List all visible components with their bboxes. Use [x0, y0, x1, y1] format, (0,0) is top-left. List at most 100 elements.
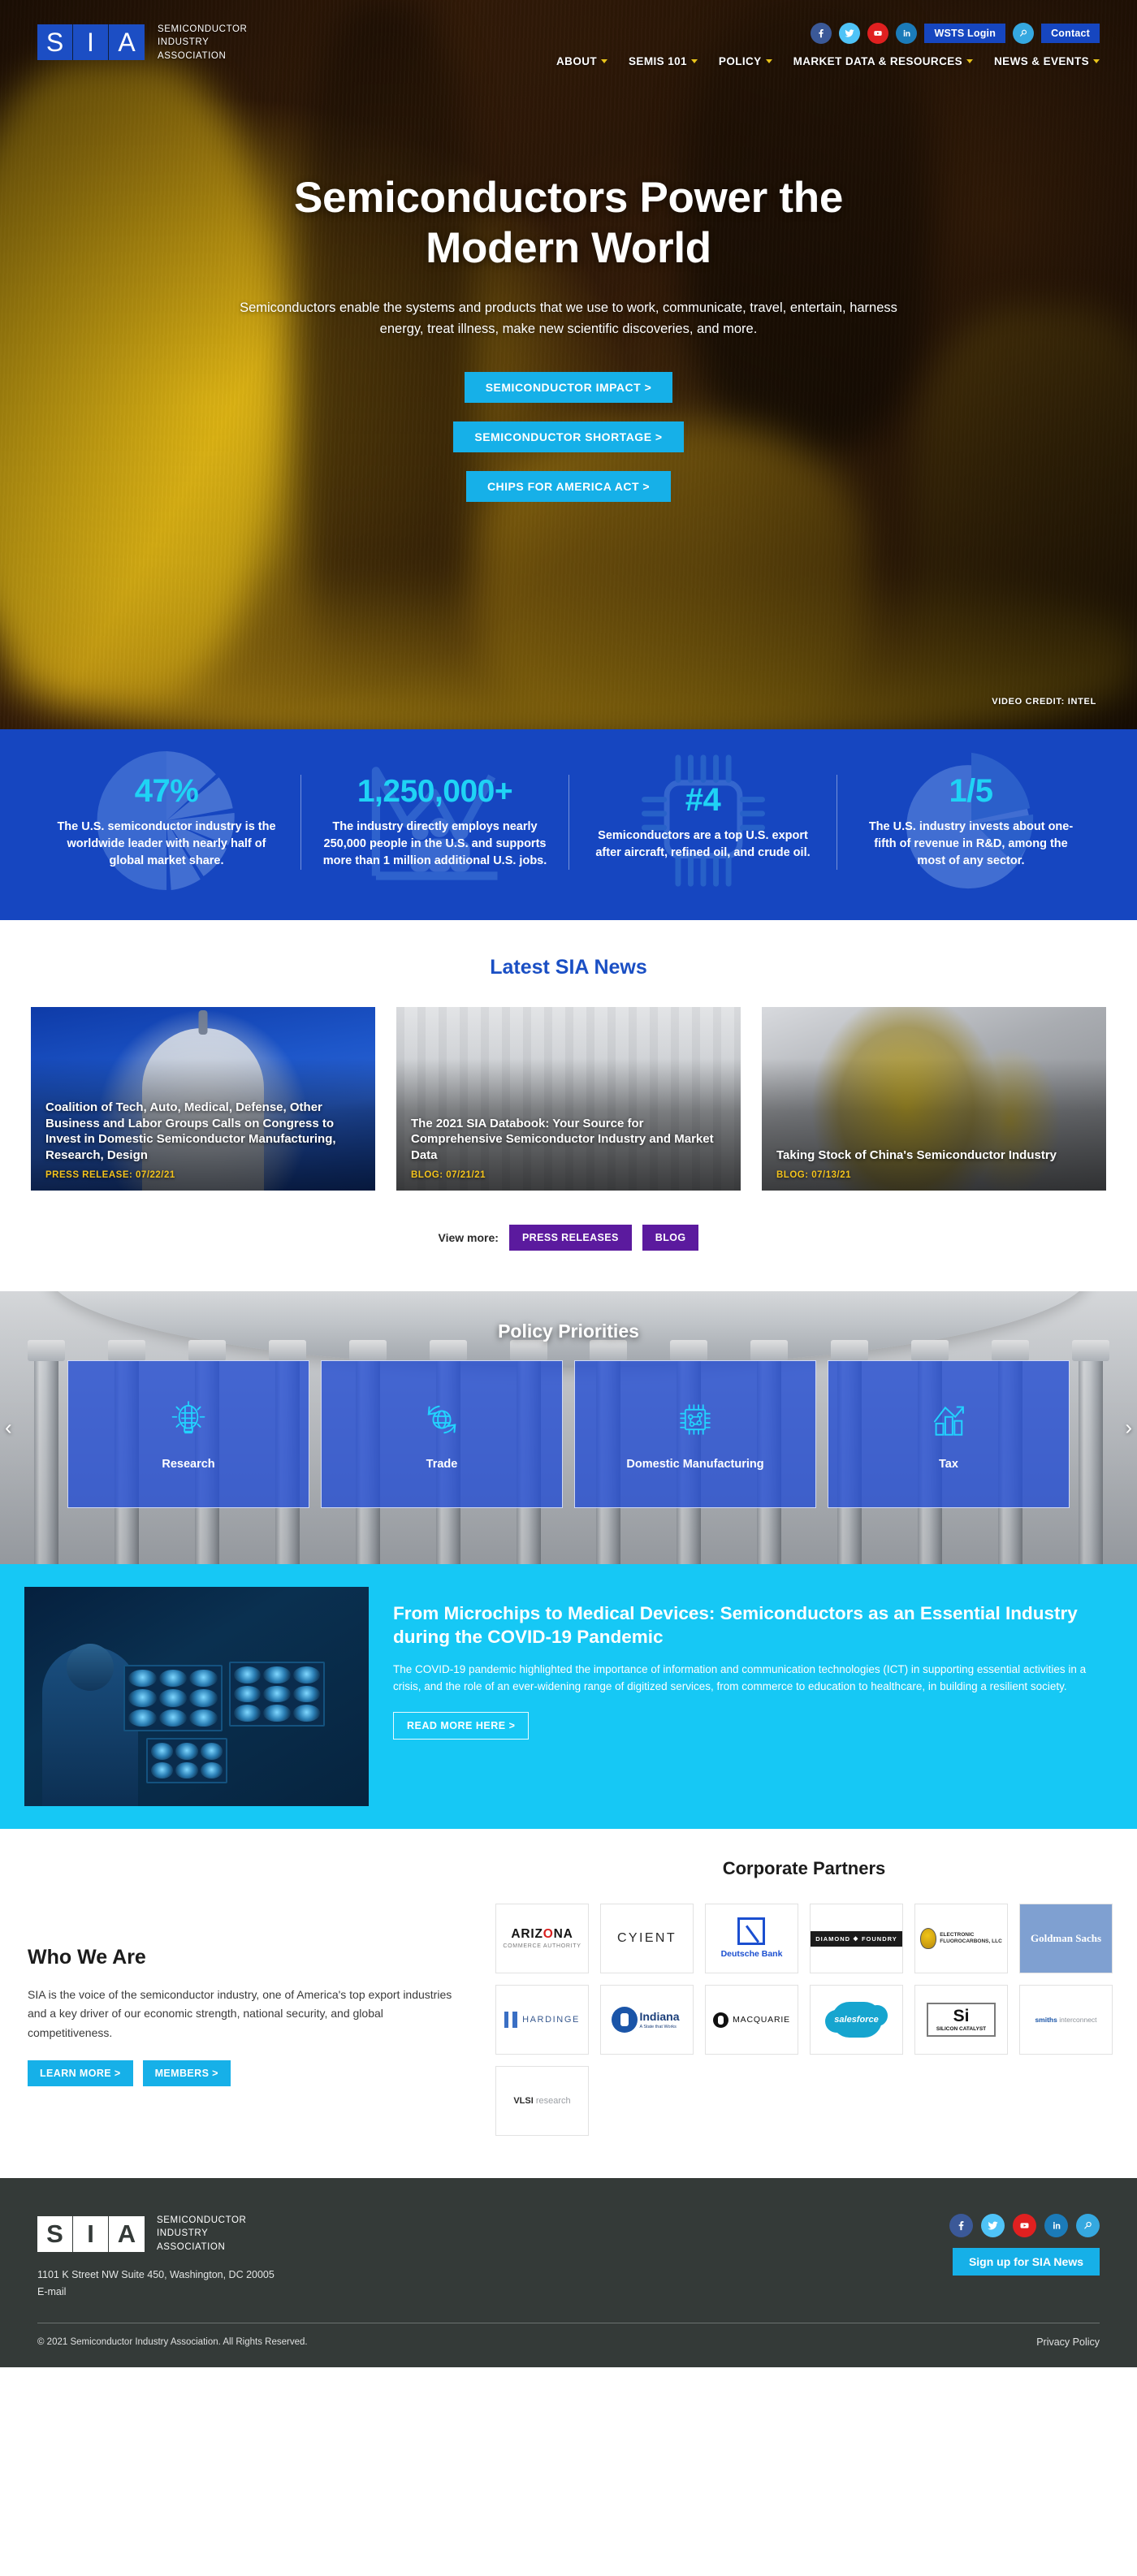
search-icon[interactable]: [1076, 2214, 1100, 2238]
partner-logo-electronic-fluorocarbons[interactable]: ELECTRONIC FLUOROCARBONS, LLC: [914, 1904, 1008, 1974]
brand-line-1: SEMICONDUCTOR: [157, 2215, 247, 2226]
policy-tile-tax[interactable]: Tax: [828, 1360, 1070, 1509]
partner-logo-smiths-interconnect[interactable]: smiths interconnect: [1019, 1985, 1113, 2055]
nav-item-news-events[interactable]: NEWS & EVENTS: [994, 55, 1100, 67]
news-card-meta: BLOG: 07/21/21: [411, 1170, 486, 1181]
nav-label: ABOUT: [556, 55, 598, 67]
semiconductor-impact-button[interactable]: SEMICONDUCTOR IMPACT >: [464, 372, 673, 404]
chevron-down-icon: [1093, 59, 1100, 63]
blog-button[interactable]: BLOG: [642, 1225, 699, 1251]
policy-priorities-heading: Policy Priorities: [498, 1320, 639, 1342]
partner-name: DIAMOND ❖ FOUNDRY: [811, 1930, 902, 1947]
chips-for-america-act-button[interactable]: CHIPS FOR AMERICA ACT >: [465, 471, 672, 503]
stat-text: Semiconductors are a top U.S. export aft…: [595, 828, 811, 859]
latest-news-heading: Latest SIA News: [490, 956, 647, 979]
partner-name: Deutsche Bank: [720, 1949, 783, 1960]
members-button[interactable]: MEMBERS >: [142, 2060, 231, 2086]
macquarie-mark-icon: [713, 2012, 729, 2028]
partner-name: Goldman Sachs: [1030, 1931, 1102, 1944]
footer-contact: 1101 K Street NW Suite 450, Washington, …: [37, 2267, 275, 2302]
wsts-login-button[interactable]: WSTS Login: [924, 24, 1006, 43]
partner-logo-vlsi-research[interactable]: VLSI research: [495, 2066, 589, 2137]
privacy-policy-link[interactable]: Privacy Policy: [1036, 2336, 1100, 2348]
sign-up-for-sia-news-button[interactable]: Sign up for SIA News: [952, 2248, 1100, 2276]
partner-sub: interconnect: [1059, 2016, 1097, 2025]
footer-email-link[interactable]: E-mail: [37, 2284, 275, 2301]
stat-export-rank: #4 Semiconductors are a top U.S. export …: [568, 754, 837, 887]
policy-tile-label: Domestic Manufacturing: [626, 1457, 764, 1471]
corporate-partners-heading: Corporate Partners: [722, 1858, 886, 1879]
brand-line-3: ASSOCIATION: [158, 50, 227, 61]
partner-logo-indiana[interactable]: Indiana A State that Works: [600, 1985, 694, 2055]
chevron-down-icon: [690, 59, 698, 63]
partner-grid-spacer: [705, 2066, 798, 2137]
partner-logo-salesforce[interactable]: salesforce: [810, 1985, 903, 2055]
stat-jobs: 1,250,000+ The industry directly employs…: [300, 766, 568, 880]
sia-logo-icon: S I A: [37, 24, 145, 61]
news-card[interactable]: Coalition of Tech, Auto, Medical, Defens…: [31, 1007, 375, 1191]
footer-social-links: [949, 2214, 1100, 2238]
hero-cta-group: SEMICONDUCTOR IMPACT > SEMICONDUCTOR SHO…: [0, 372, 1137, 503]
policy-priorities-section: Policy Priorities ‹ › Research Trade Dom…: [0, 1291, 1137, 1565]
bulb-icon: [920, 1928, 937, 1950]
partner-grid-spacer: [810, 2066, 903, 2137]
stat-text: The industry directly employs nearly 250…: [322, 819, 547, 867]
youtube-icon[interactable]: [1013, 2214, 1036, 2238]
brand-line-1: SEMICONDUCTOR: [158, 24, 248, 34]
corporate-partners-block: Corporate Partners ARIZONA COMMERCE AUTH…: [495, 1858, 1113, 2137]
deutsche-bank-mark-icon: [737, 1917, 766, 1946]
hero-subtitle: Semiconductors enable the systems and pr…: [240, 300, 897, 336]
footer-logo-link[interactable]: S I A SEMICONDUCTOR INDUSTRY ASSOCIATION: [37, 2214, 275, 2254]
carousel-prev-icon[interactable]: ‹: [5, 1416, 12, 1441]
policy-tile-label: Trade: [426, 1457, 458, 1471]
policy-tile-domestic-manufacturing[interactable]: Domestic Manufacturing: [574, 1360, 816, 1509]
contact-button[interactable]: Contact: [1041, 24, 1100, 43]
partner-logo-deutsche-bank[interactable]: Deutsche Bank: [705, 1904, 798, 1974]
partner-logo-goldman-sachs[interactable]: Goldman Sachs: [1019, 1904, 1113, 1974]
site-logo-link[interactable]: S I A SEMICONDUCTOR INDUSTRY ASSOCIATION: [37, 23, 247, 63]
hero-content: Semiconductors Power the Modern World Se…: [0, 69, 1137, 503]
stat-market-share: 47% The U.S. semiconductor industry is t…: [32, 750, 300, 890]
partner-logo-cyient[interactable]: CYIENT: [600, 1904, 694, 1974]
stat-number: #4: [685, 781, 721, 818]
press-releases-button[interactable]: PRESS RELEASES: [508, 1225, 632, 1251]
learn-more-button[interactable]: LEARN MORE >: [28, 2060, 133, 2086]
logo-letter-a: A: [109, 24, 145, 61]
hero-title-line-2: Modern World: [426, 224, 711, 272]
partner-logo-grid: ARIZONA COMMERCE AUTHORITY CYIENT Deutsc…: [495, 1904, 1113, 2137]
policy-tile-trade[interactable]: Trade: [321, 1360, 563, 1509]
news-card[interactable]: The 2021 SIA Databook: Your Source for C…: [396, 1007, 741, 1191]
partner-logo-arizona[interactable]: ARIZONA COMMERCE AUTHORITY: [495, 1904, 589, 1974]
nav-item-semis-101[interactable]: SEMIS 101: [629, 55, 698, 67]
nav-label: MARKET DATA & RESOURCES: [793, 55, 963, 67]
twitter-icon[interactable]: [981, 2214, 1005, 2238]
search-icon[interactable]: [1013, 23, 1035, 44]
cloud-icon: salesforce: [824, 2002, 888, 2038]
linkedin-icon[interactable]: [1044, 2214, 1068, 2238]
partner-logo-macquarie[interactable]: MACQUARIE: [705, 1985, 798, 2055]
partner-grid-spacer: [600, 2066, 694, 2137]
linkedin-icon[interactable]: [896, 23, 918, 44]
news-card[interactable]: Taking Stock of China's Semiconductor In…: [762, 1007, 1106, 1191]
facebook-icon[interactable]: [811, 23, 832, 44]
globe-arrows-icon: [421, 1398, 463, 1445]
partner-logo-diamond-foundry[interactable]: DIAMOND ❖ FOUNDRY: [810, 1904, 903, 1974]
twitter-icon[interactable]: [839, 23, 861, 44]
nav-item-market-data-resources[interactable]: MARKET DATA & RESOURCES: [793, 55, 974, 67]
youtube-icon[interactable]: [867, 23, 889, 44]
partner-logo-hardinge[interactable]: HARDINGE: [495, 1985, 589, 2055]
partner-logo-silicon-catalyst[interactable]: Si SILICON CATALYST: [914, 1985, 1008, 2055]
stat-text: The U.S. semiconductor industry is the w…: [57, 820, 276, 868]
who-we-are-heading: Who We Are: [28, 1946, 146, 1969]
carousel-next-icon[interactable]: ›: [1125, 1416, 1132, 1441]
read-more-here-button[interactable]: READ MORE HERE >: [393, 1712, 530, 1740]
covid-feature-image: [24, 1587, 369, 1807]
partner-sub: FLUOROCARBONS, LLC: [940, 1938, 1002, 1945]
hardinge-mark-icon: [504, 2012, 518, 2029]
policy-tile-research[interactable]: Research: [67, 1360, 309, 1509]
hero-section: S I A SEMICONDUCTOR INDUSTRY ASSOCIATION…: [0, 0, 1137, 729]
nav-item-policy[interactable]: POLICY: [719, 55, 772, 67]
facebook-icon[interactable]: [949, 2214, 973, 2238]
semiconductor-shortage-button[interactable]: SEMICONDUCTOR SHORTAGE >: [453, 421, 684, 453]
nav-item-about[interactable]: ABOUT: [556, 55, 608, 67]
